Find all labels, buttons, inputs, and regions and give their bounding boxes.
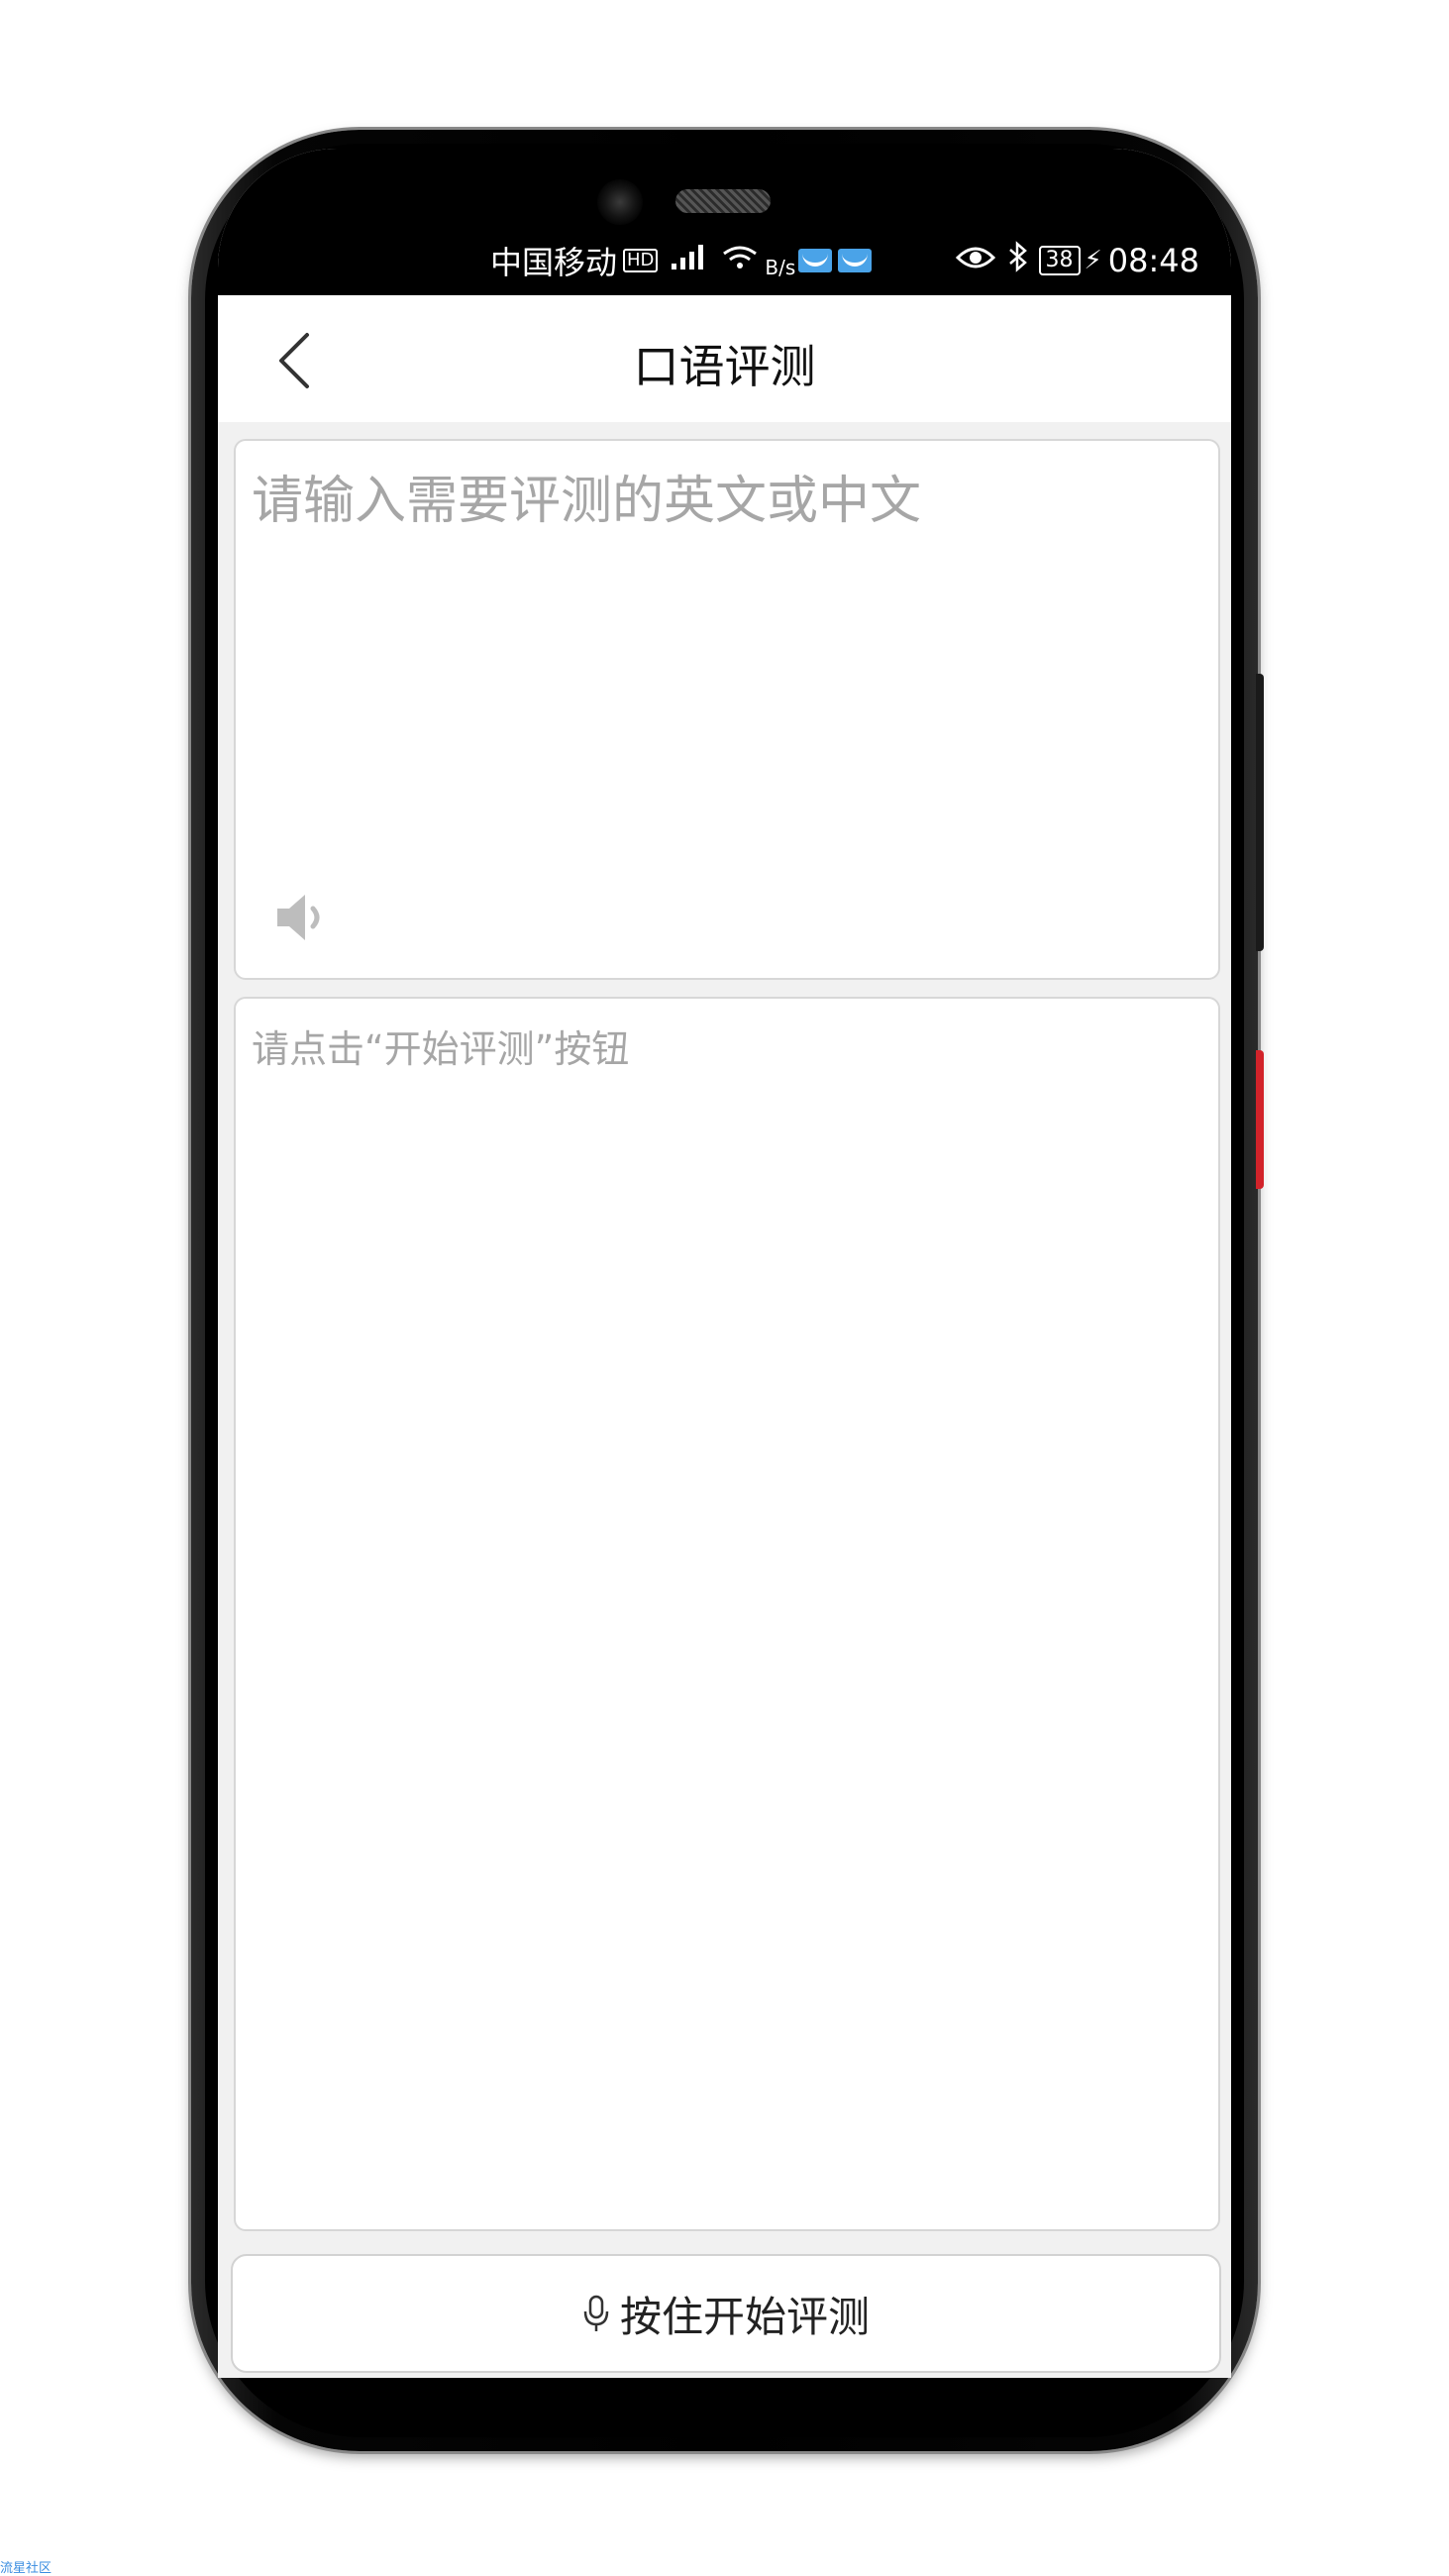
record-button[interactable]: 按住开始评测 [231,2254,1221,2373]
signal-icon [670,242,709,279]
app-screen: 中国移动 HD B/s 38 ⚡ 08:48 口语评测 请输入需要评测的英文或中… [218,149,1231,2378]
eval-text-input[interactable] [236,441,1218,837]
status-time: 08:48 [1107,242,1199,279]
message-notification-icon [838,249,873,272]
input-card [234,439,1220,980]
front-camera [597,179,643,225]
eye-comfort-icon [955,242,995,279]
page-title: 口语评测 [633,340,816,393]
record-button-label: 按住开始评测 [619,2292,870,2341]
carrier-name: 中国移动 [490,244,618,281]
stage: 中国移动 HD B/s 38 ⚡ 08:48 口语评测 请输入需要评测的英文或中… [0,0,1449,2576]
power-button [1256,1050,1264,1189]
wifi-icon [721,242,759,279]
watermark: 流星社区 [0,2561,52,2576]
charging-icon: ⚡ [1084,246,1102,275]
volume-button [1256,674,1264,951]
status-bar: 中国移动 HD B/s 38 ⚡ 08:48 [218,149,1231,295]
result-card: 请点击“开始评测”按钮 [234,997,1220,2231]
title-bar: 口语评测 [218,295,1231,422]
result-placeholder: 请点击“开始评测”按钮 [252,1027,630,1071]
status-left: 中国移动 HD B/s [490,240,875,281]
earpiece-speaker [675,189,771,213]
speaker-button[interactable] [271,885,337,950]
speaker-icon [277,895,320,940]
bluetooth-icon [1007,241,1029,280]
net-speed-unit: B/s [765,256,796,279]
mail-notification-icon [798,249,833,272]
hd-badge: HD [623,249,659,272]
status-right: 38 ⚡ 08:48 [950,240,1199,281]
battery-level: 38 [1038,246,1081,275]
microphone-icon [583,2295,609,2331]
